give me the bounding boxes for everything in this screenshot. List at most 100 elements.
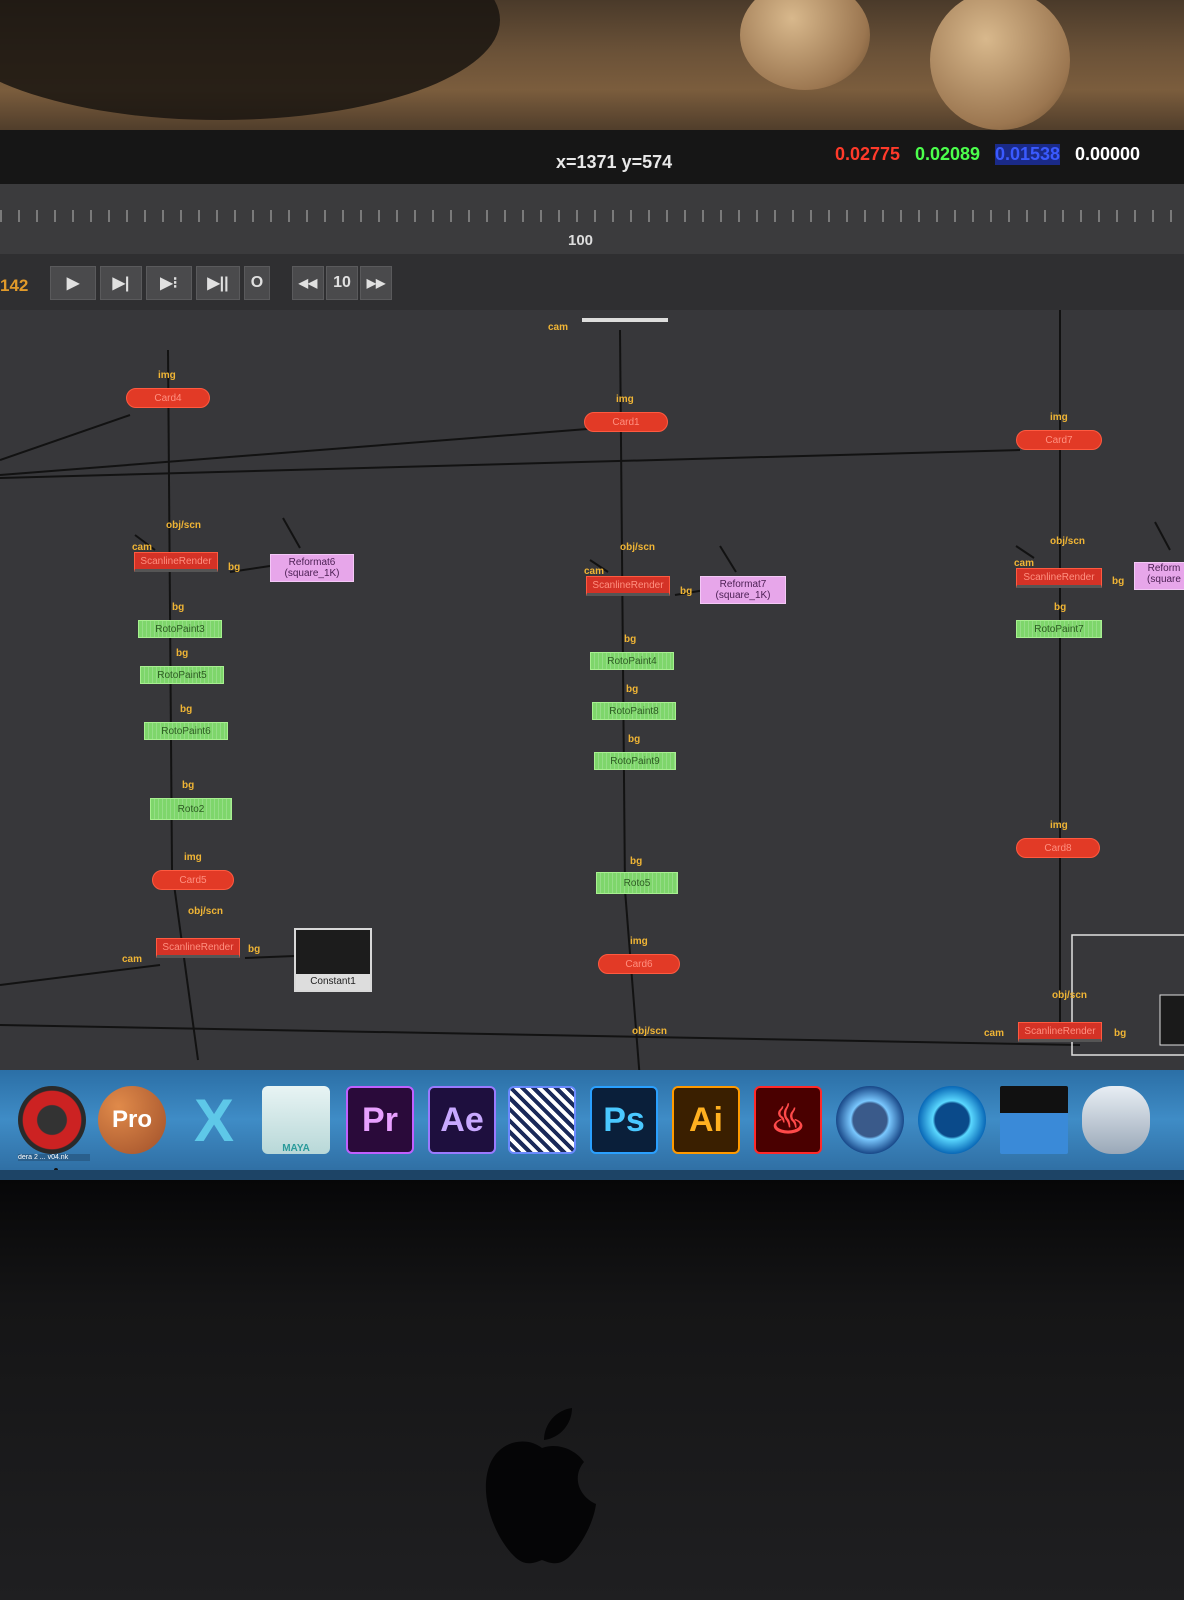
skip-forward-button[interactable]: ▶▶ [360,266,392,300]
reformat7-sub: (square_1K) [715,590,771,601]
viewer-info-bar: x=1371 y=574 0.02775 0.02089 0.01538 0.0… [0,130,1184,184]
img-label: img [1050,820,1068,831]
maya-label: MAYA [282,1143,310,1154]
dock-shelf [0,1170,1184,1180]
reformat-sub: (square [1147,574,1181,585]
next-keyframe-button[interactable]: ▶⁝ [146,266,192,300]
node-scanline-render[interactable]: ScanlineRender [586,576,670,596]
top-cam-label: cam [548,322,569,333]
timeline-ticks [0,210,1184,222]
bg-label: bg [180,704,193,715]
bg-label: bg [680,586,693,597]
mac-dock: dera 2 ... v04.nk Pro X MAYA Pr Ae Ps Ai… [0,1070,1184,1180]
bg-label: bg [182,780,195,791]
node-card6[interactable]: Card6 [598,954,680,974]
wooden-stack [930,0,1070,130]
transport-bar: 142 ▶ ▶| ▶⁝ ▶|| O ◀◀ 10 ▶▶ [0,254,1184,310]
node-card5[interactable]: Card5 [152,870,234,890]
media-encoder-icon[interactable] [508,1086,576,1154]
current-frame[interactable]: 142 [0,276,28,296]
apple-logo-icon [485,1408,596,1564]
playback-mode-button[interactable]: O [244,266,270,300]
timeline-ruler[interactable]: 100 [0,184,1184,254]
obj-scn-label: obj/scn [632,1026,668,1037]
cam-label: cam [984,1028,1005,1039]
constant1-label: Constant1 [296,974,370,990]
node-roto2[interactable]: Roto2 [150,798,232,820]
skip-back-button[interactable]: ◀◀ [292,266,324,300]
photoshop-icon[interactable]: Ps [590,1086,658,1154]
node-card8[interactable]: Card8 [1016,838,1100,858]
node-rotopaint5[interactable]: RotoPaint5 [140,666,224,684]
node-rotopaint4[interactable]: RotoPaint4 [590,652,674,670]
node-graph[interactable]: cam img Card4 obj/scn cam ScanlineRender… [0,310,1184,1080]
node-rotopaint8[interactable]: RotoPaint8 [592,702,676,720]
obj-scn-label: obj/scn [1050,536,1086,547]
frame-increment-field[interactable]: 10 [326,266,358,300]
cam-label: cam [122,954,143,965]
resolve-caption: dera 2 ... v04.nk [18,1154,90,1161]
bg-label: bg [630,856,643,867]
bg-label: bg [172,602,185,613]
node-card1[interactable]: Card1 [584,412,668,432]
node-scanline-render[interactable]: ScanlineRender [1016,568,1102,588]
pixel-alpha-value: 0.00000 [1075,144,1141,164]
bg-label: bg [176,648,189,659]
pixel-green-value: 0.02089 [915,144,981,164]
node-rotopaint9[interactable]: RotoPaint9 [594,752,676,770]
node-constant1[interactable]: Constant1 [294,928,372,992]
quicktime-icon[interactable] [836,1086,904,1154]
img-label: img [158,370,176,381]
node-scanline-render[interactable]: ScanlineRender [134,552,218,572]
node-rotopaint3[interactable]: RotoPaint3 [138,620,222,638]
node-card7[interactable]: Card7 [1016,430,1102,450]
node-reformat6[interactable]: Reformat6 (square_1K) [270,554,354,582]
premiere-icon[interactable]: Pr [346,1086,414,1154]
airstream-icon[interactable] [1082,1086,1150,1154]
node-scanline-render[interactable]: ScanlineRender [1018,1022,1102,1042]
obj-scn-label: obj/scn [166,520,202,531]
xcode-icon[interactable]: X [180,1086,248,1154]
node-rotopaint6[interactable]: RotoPaint6 [144,722,228,740]
node-roto5[interactable]: Roto5 [596,872,678,894]
bg-label: bg [248,944,261,955]
bg-label: bg [1114,1028,1127,1039]
obj-scn-label: obj/scn [620,542,656,553]
bg-label: bg [1112,576,1125,587]
node-scanline-render[interactable]: ScanlineRender [156,938,240,958]
davinci-resolve-icon[interactable] [18,1086,86,1154]
step-forward-button[interactable]: ▶| [100,266,142,300]
bg-label: bg [624,634,637,645]
pixel-red-value: 0.02775 [835,144,901,164]
go-to-end-button[interactable]: ▶|| [196,266,240,300]
reformat7-label: Reformat7 [719,579,767,590]
illustrator-icon[interactable]: Ai [672,1086,740,1154]
obj-scn-label: obj/scn [1052,990,1088,1001]
reformat6-label: Reformat6 [288,557,336,568]
node-reformat[interactable]: Reform (square [1134,562,1184,590]
viewer-image[interactable] [0,0,1184,150]
node-rotopaint7[interactable]: RotoPaint7 [1016,620,1102,638]
reformat-label: Reform [1147,563,1181,574]
img-label: img [1050,412,1068,423]
node-reformat7[interactable]: Reformat7 (square_1K) [700,576,786,604]
clapper-icon[interactable] [1000,1086,1068,1154]
bg-label: bg [228,562,241,573]
node-card4[interactable]: Card4 [126,388,210,408]
after-effects-icon[interactable]: Ae [428,1086,496,1154]
img-label: img [630,936,648,947]
bg-label: bg [1054,602,1067,613]
img-label: img [616,394,634,405]
bg-label: bg [628,734,641,745]
viewer-shadow [0,0,500,120]
quicktime-x-icon[interactable] [918,1086,986,1154]
timeline-frame-label: 100 [568,232,594,249]
wooden-ball [740,0,870,90]
cursor-coordinates: x=1371 y=574 [556,152,673,172]
maya-icon[interactable]: MAYA [262,1086,330,1154]
play-button[interactable]: ▶ [50,266,96,300]
img-label: img [184,852,202,863]
bg-label: bg [626,684,639,695]
acrobat-icon[interactable]: ♨ [754,1086,822,1154]
motion-pro-icon[interactable]: Pro [98,1086,166,1154]
